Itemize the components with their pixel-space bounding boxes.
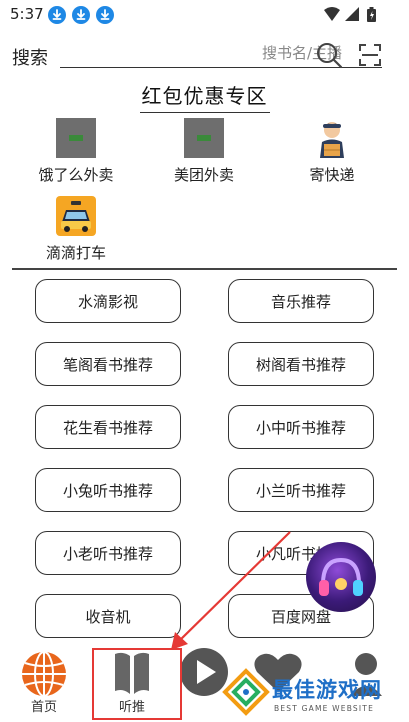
status-icons xyxy=(323,6,381,28)
watermark-subtitle: BEST GAME WEBSITE xyxy=(274,704,375,713)
promo-label: 美团外卖 xyxy=(173,166,234,184)
download-icon xyxy=(72,6,90,24)
meituan-placeholder-icon xyxy=(184,118,224,158)
link-button[interactable]: 水滴影视 xyxy=(35,279,181,323)
promo-item-courier[interactable]: 寄快递 xyxy=(282,118,382,185)
floating-player-bubble[interactable] xyxy=(306,542,376,612)
eleme-placeholder-icon xyxy=(56,118,96,158)
watermark-title: 最佳游戏网 xyxy=(272,678,382,702)
link-button[interactable]: 笔阁看书推荐 xyxy=(35,342,181,386)
taxi-icon xyxy=(56,196,96,236)
link-button[interactable]: 小兰听书推荐 xyxy=(228,468,374,512)
link-button[interactable]: 收音机 xyxy=(35,594,181,638)
promo-item-didi[interactable]: 滴滴打车 xyxy=(26,196,126,263)
watermark: 最佳游戏网 BEST GAME WEBSITE xyxy=(222,668,407,720)
search-icon[interactable] xyxy=(315,41,343,73)
link-button[interactable]: 树阁看书推荐 xyxy=(228,342,374,386)
promo-label: 寄快递 xyxy=(309,166,355,184)
globe-icon xyxy=(22,651,66,697)
courier-icon xyxy=(312,118,352,158)
link-button[interactable]: 音乐推荐 xyxy=(228,279,374,323)
link-button[interactable]: 小中听书推荐 xyxy=(228,405,374,449)
section-divider xyxy=(12,268,397,270)
link-button[interactable]: 花生看书推荐 xyxy=(35,405,181,449)
promo-label: 滴滴打车 xyxy=(45,244,106,262)
status-time: 5:37 xyxy=(10,5,44,23)
promo-header: 红包优惠专区 xyxy=(0,80,409,113)
promo-label: 饿了么外卖 xyxy=(38,166,114,184)
nav-item-home[interactable]: 首页 xyxy=(16,648,72,715)
search-label: 搜索 xyxy=(12,48,48,69)
highlight-box xyxy=(92,648,182,720)
nav-label: 首页 xyxy=(30,700,57,715)
promo-title: 红包优惠专区 xyxy=(139,80,270,113)
link-button[interactable]: 小老听书推荐 xyxy=(35,531,181,575)
link-button[interactable]: 小兔听书推荐 xyxy=(35,468,181,512)
download-icon xyxy=(48,6,66,24)
wifi-icon xyxy=(324,7,340,21)
download-icon xyxy=(96,6,114,24)
promo-item-eleme[interactable]: 饿了么外卖 xyxy=(26,118,126,185)
headphones-icon xyxy=(319,557,363,596)
battery-icon xyxy=(367,7,376,22)
search-bar: 搜索 xyxy=(0,38,409,72)
signal-icon xyxy=(345,7,359,21)
promo-item-meituan[interactable]: 美团外卖 xyxy=(154,118,254,185)
scan-icon[interactable] xyxy=(358,43,382,71)
status-bar: 5:37 xyxy=(0,0,409,30)
watermark-logo-icon xyxy=(222,668,270,716)
